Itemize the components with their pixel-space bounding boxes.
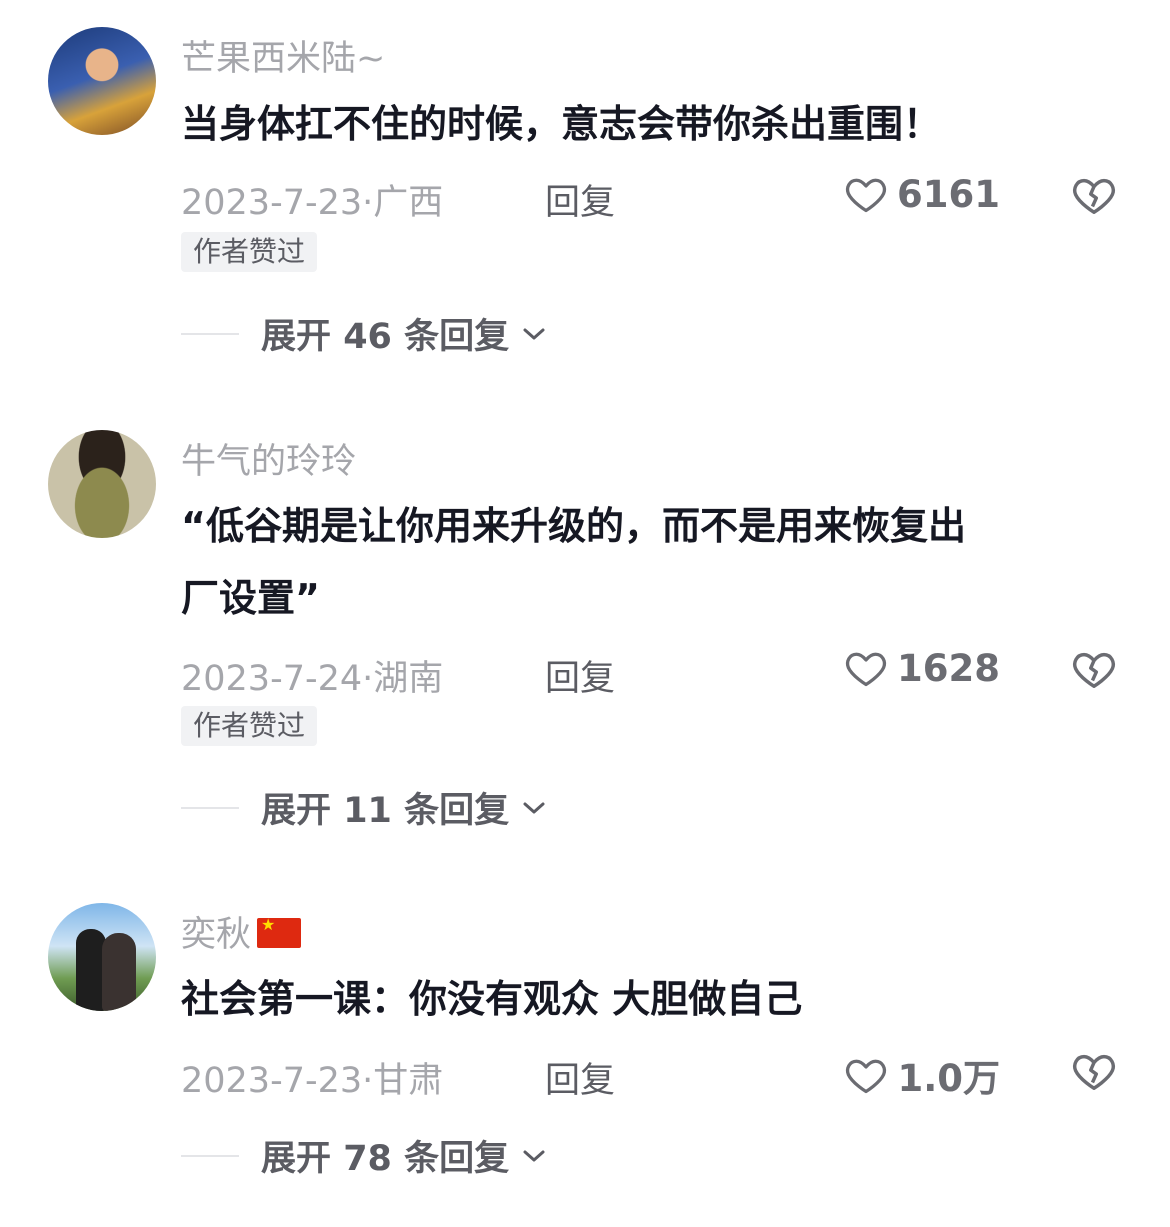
comment-date: 2023-7-23· (181, 183, 374, 223)
comment-location: 甘肃 (373, 1061, 444, 1101)
dislike-button[interactable] (1070, 646, 1118, 696)
comment-text-line: “低谷期是让你用来升级的，而不是用来恢复出 (181, 504, 966, 548)
expand-label: 展开 78 条回复 (261, 1139, 510, 1179)
like-count: 1.0万 (897, 1057, 1000, 1100)
expand-replies-button[interactable]: 展开 78 条回复 (181, 1130, 547, 1181)
reply-button[interactable]: 回复 (545, 1052, 615, 1103)
expand-replies-button[interactable]: 展开 46 条回复 (181, 308, 547, 359)
like-count: 1628 (897, 646, 1000, 690)
heart-outline-icon (845, 652, 887, 687)
comment-username[interactable]: 奕秋 (181, 906, 302, 957)
comment-text: 当身体扛不住的时候，意志会带你杀出重围！ (181, 102, 942, 146)
comment-text-line: 厂设置” (181, 576, 320, 620)
broken-heart-icon (1073, 178, 1115, 214)
expand-label: 展开 11 条回复 (261, 791, 510, 831)
like-button[interactable]: 6161 (843, 172, 1000, 216)
author-liked-badge: 作者赞过 (181, 706, 318, 746)
comment-username[interactable]: 牛气的玲玲 (181, 433, 356, 484)
avatar[interactable] (48, 27, 156, 135)
heart-outline-icon (845, 178, 887, 213)
comment-meta: 2023-7-23·甘肃 (181, 1052, 443, 1103)
comment-meta: 2023-7-24·湖南 (181, 650, 443, 701)
broken-heart-icon (1073, 1054, 1115, 1090)
divider (181, 332, 239, 335)
dislike-button[interactable] (1070, 172, 1118, 222)
avatar[interactable] (48, 903, 156, 1011)
heart-outline-icon (846, 1059, 887, 1094)
comment-location: 湖南 (373, 659, 444, 699)
divider (181, 1154, 239, 1157)
reply-button[interactable]: 回复 (545, 174, 615, 225)
comment-username[interactable]: 芒果西米陆~ (181, 30, 385, 81)
like-count: 6161 (897, 172, 1000, 216)
china-flag-icon (257, 915, 302, 948)
chevron-down-icon (523, 1150, 545, 1161)
comment-location: 广西 (373, 183, 444, 223)
broken-heart-icon (1073, 652, 1115, 688)
comment-date: 2023-7-24· (181, 659, 374, 699)
like-button[interactable]: 1.0万 (843, 1048, 1000, 1102)
avatar[interactable] (48, 430, 156, 538)
author-liked-badge: 作者赞过 (181, 232, 318, 272)
expand-label: 展开 46 条回复 (261, 317, 510, 357)
like-button[interactable]: 1628 (843, 646, 1000, 690)
comment-meta: 2023-7-23·广西 (181, 174, 443, 225)
expand-replies-button[interactable]: 展开 11 条回复 (181, 782, 547, 833)
comment-text: “低谷期是让你用来升级的，而不是用来恢复出 厂设置” (181, 490, 1131, 634)
comment-date: 2023-7-23· (181, 1061, 374, 1101)
divider (181, 806, 239, 809)
chevron-down-icon (523, 328, 545, 339)
avatar-figure (102, 933, 136, 1011)
dislike-button[interactable] (1070, 1048, 1118, 1098)
chevron-down-icon (523, 802, 545, 813)
reply-button[interactable]: 回复 (545, 650, 615, 701)
comment-text: 社会第一课：你没有观众 大胆做自己 (181, 977, 803, 1021)
